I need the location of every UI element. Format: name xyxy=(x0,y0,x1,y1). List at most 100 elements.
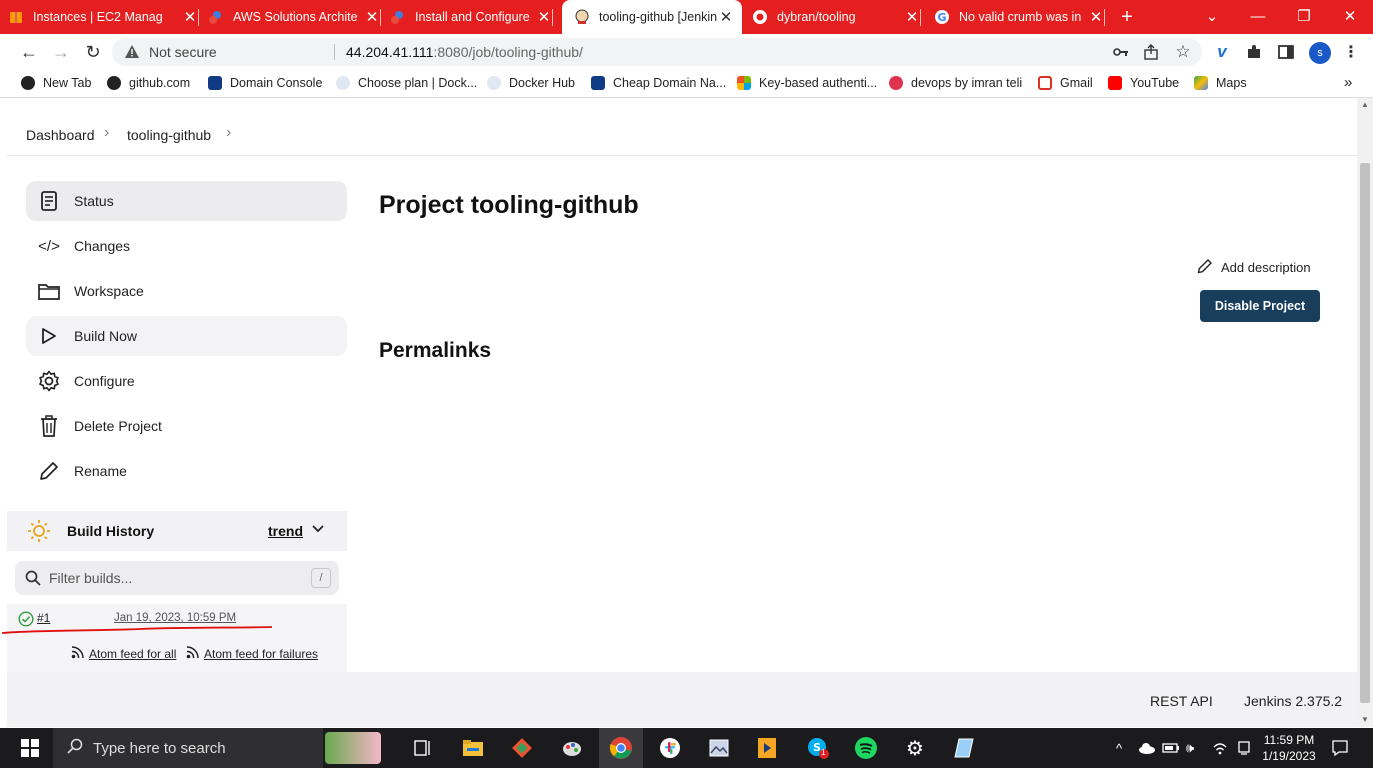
page-scrollbar[interactable]: ▲ ▼ xyxy=(1357,98,1373,727)
bookmark-docker-plan[interactable]: Choose plan | Dock... xyxy=(336,76,477,90)
bookmark-new-tab[interactable]: New Tab xyxy=(21,76,91,90)
warning-triangle-icon[interactable] xyxy=(124,44,140,64)
bookmark-docker-hub[interactable]: Docker Hub xyxy=(487,76,575,90)
task-view-icon[interactable] xyxy=(401,728,445,768)
video-player-icon[interactable] xyxy=(745,728,789,768)
star-icon[interactable]: ☆ xyxy=(1174,42,1192,61)
close-icon[interactable]: ✕ xyxy=(1088,8,1104,26)
forward-arrow-icon[interactable]: → xyxy=(49,41,73,63)
tab-github-tooling[interactable]: dybran/tooling ✕ xyxy=(752,0,921,34)
spotify-icon[interactable] xyxy=(844,728,888,768)
tab-ec2[interactable]: Instances | EC2 Manag ✕ xyxy=(8,0,199,34)
scroll-down-arrow-icon[interactable]: ▼ xyxy=(1361,715,1369,724)
skype-icon[interactable]: S 1 xyxy=(796,728,840,768)
breadcrumb-dashboard[interactable]: Dashboard xyxy=(26,127,95,143)
sidebar-item-configure[interactable]: Configure xyxy=(26,361,347,401)
status-icon xyxy=(38,190,60,212)
sidebar-item-status[interactable]: Status xyxy=(26,181,347,221)
maximize-icon[interactable]: ❐ xyxy=(1282,0,1326,32)
sidebar-item-build-now[interactable]: Build Now xyxy=(26,316,347,356)
close-icon[interactable]: ✕ xyxy=(904,8,920,26)
vimeo-extension-icon[interactable]: v xyxy=(1213,42,1231,61)
pencil-icon xyxy=(38,460,60,482)
volume-icon[interactable]: 🕪 xyxy=(1186,728,1194,768)
bookmark-cheap-domain[interactable]: Cheap Domain Na... xyxy=(591,76,726,90)
git-icon[interactable] xyxy=(500,728,544,768)
scroll-up-arrow-icon[interactable]: ▲ xyxy=(1361,100,1369,109)
onedrive-cloud-icon[interactable] xyxy=(1138,728,1156,768)
reload-icon[interactable]: ↻ xyxy=(81,41,105,63)
tab-install-configure[interactable]: Install and Configure ✕ xyxy=(390,0,553,34)
chevron-down-icon[interactable] xyxy=(311,522,325,541)
bookmark-gmail[interactable]: Gmail xyxy=(1038,76,1093,90)
chevron-right-icon[interactable]: › xyxy=(226,124,231,142)
image-viewer-icon[interactable] xyxy=(697,728,741,768)
settings-gear-icon[interactable]: ⚙ xyxy=(893,728,937,768)
sidebar-item-delete-project[interactable]: Delete Project xyxy=(26,406,347,446)
chrome-icon[interactable] xyxy=(599,728,643,768)
jenkins-version-link[interactable]: Jenkins 2.375.2 xyxy=(1244,693,1342,709)
clock-date: 1/19/2023 xyxy=(1262,749,1316,763)
slack-icon[interactable] xyxy=(648,728,692,768)
bookmark-maps[interactable]: Maps xyxy=(1194,76,1247,90)
close-icon[interactable]: ✕ xyxy=(536,8,552,26)
atom-feed-all-link[interactable]: Atom feed for all xyxy=(71,646,176,662)
window-close-icon[interactable]: ✕ xyxy=(1328,0,1372,32)
address-bar[interactable]: Not secure 44.204.41.111:8080/job/toolin… xyxy=(112,38,1202,66)
sidebar-item-changes[interactable]: </> Changes xyxy=(26,226,347,266)
url-text[interactable]: 44.204.41.111:8080/job/tooling-github/ xyxy=(346,44,583,60)
divider xyxy=(334,44,335,60)
tab-google-crumb[interactable]: G No valid crumb was in ✕ xyxy=(934,0,1105,34)
add-description-link[interactable]: Add description xyxy=(1197,258,1311,277)
side-panel-icon[interactable] xyxy=(1277,43,1295,61)
more-bookmarks-icon[interactable]: » xyxy=(1344,74,1352,91)
disable-project-button[interactable]: Disable Project xyxy=(1200,290,1320,322)
sidebar-item-label: Build Now xyxy=(74,328,138,344)
filter-builds-field[interactable]: / xyxy=(15,561,339,595)
bookmark-devops[interactable]: devops by imran teli xyxy=(889,76,1022,90)
taskbar-search-box[interactable]: Type here to search xyxy=(53,728,381,768)
battery-icon[interactable] xyxy=(1162,728,1180,768)
language-input-icon[interactable] xyxy=(1237,728,1251,768)
tray-chevron-up-icon[interactable]: ^ xyxy=(1116,728,1122,768)
tab-jenkins-active[interactable]: tooling-github [Jenkin ✕ xyxy=(562,0,742,34)
file-explorer-icon[interactable] xyxy=(451,728,495,768)
trend-link[interactable]: trend xyxy=(268,523,303,539)
close-icon[interactable]: ✕ xyxy=(182,8,198,26)
notes-app-icon[interactable] xyxy=(942,728,986,768)
tab-title: No valid crumb was in xyxy=(959,10,1082,24)
new-tab-button[interactable]: + xyxy=(1114,0,1140,34)
back-arrow-icon[interactable]: ← xyxy=(17,41,41,63)
share-icon[interactable] xyxy=(1142,43,1160,61)
close-icon[interactable]: ✕ xyxy=(718,8,734,26)
bookmark-key-auth[interactable]: Key-based authenti... xyxy=(737,76,877,90)
kebab-menu-icon[interactable]: ⋮ xyxy=(1342,43,1360,61)
bookmark-youtube[interactable]: YouTube xyxy=(1108,76,1179,90)
tab-search-icon[interactable]: ⌄ xyxy=(1190,0,1234,32)
profile-avatar[interactable]: s xyxy=(1309,42,1331,64)
sidebar-item-workspace[interactable]: Workspace xyxy=(26,271,347,311)
clock[interactable]: 11:59 PM 1/19/2023 xyxy=(1258,728,1320,768)
breadcrumb-project[interactable]: tooling-github xyxy=(127,127,211,143)
sidebar-item-label: Configure xyxy=(74,373,135,389)
extensions-puzzle-icon[interactable] xyxy=(1245,43,1263,61)
sun-weather-icon xyxy=(27,519,51,548)
youtube-icon xyxy=(1108,76,1122,90)
wifi-icon[interactable] xyxy=(1212,728,1228,768)
scrollbar-thumb[interactable] xyxy=(1360,163,1370,703)
atom-feed-failures-link[interactable]: Atom feed for failures xyxy=(186,646,318,662)
minimize-icon[interactable]: — xyxy=(1236,0,1280,32)
windows-start-icon[interactable] xyxy=(8,728,52,768)
bookmark-domain-console[interactable]: Domain Console xyxy=(208,76,322,90)
bookmark-github[interactable]: github.com xyxy=(107,76,190,90)
tab-aws-solutions[interactable]: AWS Solutions Archite ✕ xyxy=(208,0,381,34)
paint-app-icon[interactable] xyxy=(550,728,594,768)
key-icon[interactable] xyxy=(1112,43,1130,61)
filter-builds-input[interactable] xyxy=(49,568,299,588)
security-label[interactable]: Not secure xyxy=(149,44,217,60)
close-icon[interactable]: ✕ xyxy=(364,8,380,26)
notification-icon[interactable] xyxy=(1331,728,1349,768)
sidebar-item-rename[interactable]: Rename xyxy=(26,451,347,491)
red-annotation-underline xyxy=(1,626,273,634)
rest-api-link[interactable]: REST API xyxy=(1150,693,1213,709)
